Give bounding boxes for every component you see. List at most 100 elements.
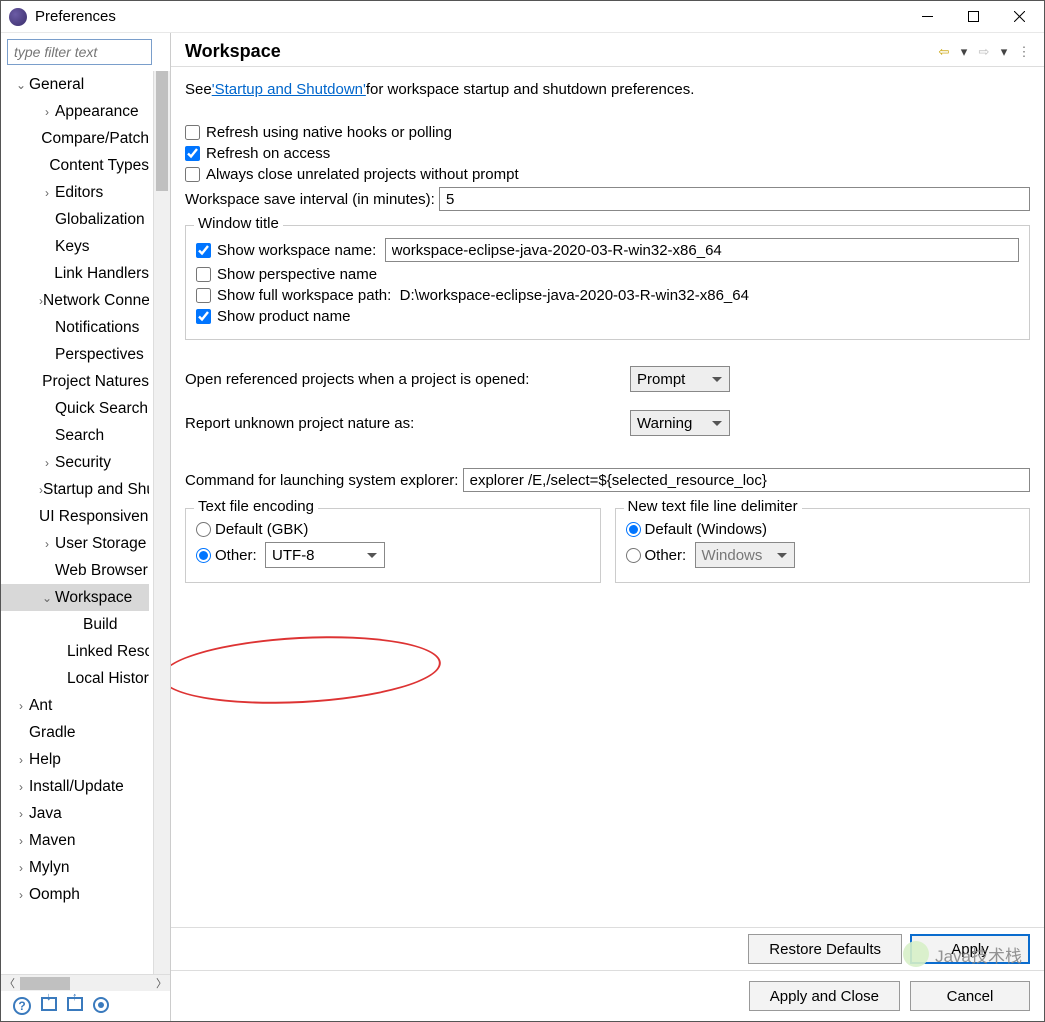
expand-icon[interactable]: ›: [39, 186, 55, 200]
tree-item-label: General: [29, 76, 84, 94]
tree-item-label: Globalization: [55, 211, 145, 229]
encoding-other-radio[interactable]: [196, 548, 211, 563]
tree-item[interactable]: ›Ant: [1, 692, 149, 719]
tree-item-label: Editors: [55, 184, 103, 202]
refresh-access-checkbox[interactable]: [185, 146, 200, 161]
tree-item[interactable]: ⌄Workspace: [1, 584, 149, 611]
show-perspective-checkbox[interactable]: [196, 267, 211, 282]
tree-item[interactable]: Local History: [1, 665, 149, 692]
close-button[interactable]: [996, 2, 1042, 32]
expand-icon[interactable]: ›: [13, 834, 29, 848]
tree-item[interactable]: ›Mylyn: [1, 854, 149, 881]
tree-item[interactable]: Build: [1, 611, 149, 638]
refresh-native-checkbox[interactable]: [185, 125, 200, 140]
tree-item-label: Linked Resources: [67, 643, 149, 661]
tree-item[interactable]: Gradle: [1, 719, 149, 746]
tree-item[interactable]: ⌄General: [1, 71, 149, 98]
tree-item-label: Perspectives: [55, 346, 144, 364]
back-icon[interactable]: ⇦: [936, 44, 952, 60]
forward-menu-icon[interactable]: ▾: [996, 44, 1012, 60]
menu-icon[interactable]: ⋮: [1016, 44, 1032, 60]
expand-icon[interactable]: ›: [39, 105, 55, 119]
save-interval-input[interactable]: [439, 187, 1030, 211]
tree-item[interactable]: Linked Resources: [1, 638, 149, 665]
vertical-scrollbar[interactable]: [153, 71, 170, 974]
expand-icon[interactable]: ›: [13, 861, 29, 875]
help-icon[interactable]: ?: [13, 997, 31, 1015]
delimiter-default-radio[interactable]: [626, 522, 641, 537]
cancel-button[interactable]: Cancel: [910, 981, 1030, 1011]
tree-item-label: Ant: [29, 697, 52, 715]
tree-item-label: UI Responsiveness: [39, 508, 149, 526]
tree-item-label: Appearance: [55, 103, 139, 121]
explorer-input[interactable]: [463, 468, 1030, 492]
tree-item-label: Search: [55, 427, 104, 445]
tree-item[interactable]: Keys: [1, 233, 149, 260]
delimiter-other-radio[interactable]: [626, 548, 641, 563]
tree-item[interactable]: ›Startup and Shutdown: [1, 476, 149, 503]
export-icon[interactable]: [67, 997, 83, 1011]
tree-item[interactable]: ›Maven: [1, 827, 149, 854]
collapse-icon[interactable]: ⌄: [39, 591, 55, 605]
tree-item[interactable]: Compare/Patch: [1, 125, 149, 152]
tree-item[interactable]: ›Security: [1, 449, 149, 476]
tree-item[interactable]: Link Handlers: [1, 260, 149, 287]
startup-shutdown-link[interactable]: 'Startup and Shutdown': [212, 81, 366, 98]
tree-item[interactable]: Quick Search: [1, 395, 149, 422]
show-ws-name-label: Show workspace name:: [217, 242, 376, 259]
filter-input[interactable]: [7, 39, 152, 65]
preferences-tree[interactable]: ⌄General›AppearanceCompare/PatchContent …: [1, 71, 149, 974]
encoding-default-radio[interactable]: [196, 522, 211, 537]
watermark: Java技术栈: [903, 941, 1022, 967]
show-product-checkbox[interactable]: [196, 309, 211, 324]
expand-icon[interactable]: ›: [13, 888, 29, 902]
tree-item[interactable]: UI Responsiveness: [1, 503, 149, 530]
tree-item-label: Mylyn: [29, 859, 69, 877]
restore-defaults-button[interactable]: Restore Defaults: [748, 934, 902, 964]
expand-icon[interactable]: ›: [39, 537, 55, 551]
maximize-button[interactable]: [950, 2, 996, 32]
tree-item[interactable]: ›Java: [1, 800, 149, 827]
tree-item[interactable]: Project Natures: [1, 368, 149, 395]
show-full-path-checkbox[interactable]: [196, 288, 211, 303]
tree-item[interactable]: Web Browser: [1, 557, 149, 584]
tree-item[interactable]: ›User Storage: [1, 530, 149, 557]
window-title-group: Window title Show workspace name: Show p…: [185, 225, 1030, 340]
encoding-other-dropdown[interactable]: UTF-8: [265, 542, 385, 568]
horizontal-scrollbar[interactable]: 〈〉: [1, 974, 170, 991]
tree-item[interactable]: Notifications: [1, 314, 149, 341]
import-icon[interactable]: [41, 997, 57, 1011]
tree-item[interactable]: ›Install/Update: [1, 773, 149, 800]
expand-icon[interactable]: ›: [13, 807, 29, 821]
back-menu-icon[interactable]: ▾: [956, 44, 972, 60]
oomph-icon[interactable]: [93, 997, 109, 1013]
open-referenced-label: Open referenced projects when a project …: [185, 371, 630, 388]
tree-item-label: Gradle: [29, 724, 76, 742]
expand-icon[interactable]: ›: [13, 780, 29, 794]
expand-icon[interactable]: ›: [13, 753, 29, 767]
tree-item[interactable]: ›Help: [1, 746, 149, 773]
expand-icon[interactable]: ›: [13, 699, 29, 713]
tree-item[interactable]: Perspectives: [1, 341, 149, 368]
full-path-value: D:\workspace-eclipse-java-2020-03-R-win3…: [400, 287, 749, 304]
tree-item[interactable]: Search: [1, 422, 149, 449]
tree-item[interactable]: Content Types: [1, 152, 149, 179]
minimize-button[interactable]: [904, 2, 950, 32]
ws-name-input[interactable]: [385, 238, 1019, 262]
report-nature-label: Report unknown project nature as:: [185, 415, 630, 432]
tree-item[interactable]: Globalization: [1, 206, 149, 233]
tree-item[interactable]: ›Network Connections: [1, 287, 149, 314]
tree-item[interactable]: ›Oomph: [1, 881, 149, 908]
apply-close-button[interactable]: Apply and Close: [749, 981, 900, 1011]
tree-item[interactable]: ›Appearance: [1, 98, 149, 125]
tree-item[interactable]: ›Editors: [1, 179, 149, 206]
report-nature-dropdown[interactable]: Warning: [630, 410, 730, 436]
expand-icon[interactable]: ›: [39, 456, 55, 470]
show-ws-name-checkbox[interactable]: [196, 243, 211, 258]
open-referenced-dropdown[interactable]: Prompt: [630, 366, 730, 392]
tree-item-label: Java: [29, 805, 62, 823]
always-close-checkbox[interactable]: [185, 167, 200, 182]
collapse-icon[interactable]: ⌄: [13, 78, 29, 92]
page-title: Workspace: [185, 41, 932, 62]
delimiter-group: New text file line delimiter Default (Wi…: [615, 508, 1031, 583]
